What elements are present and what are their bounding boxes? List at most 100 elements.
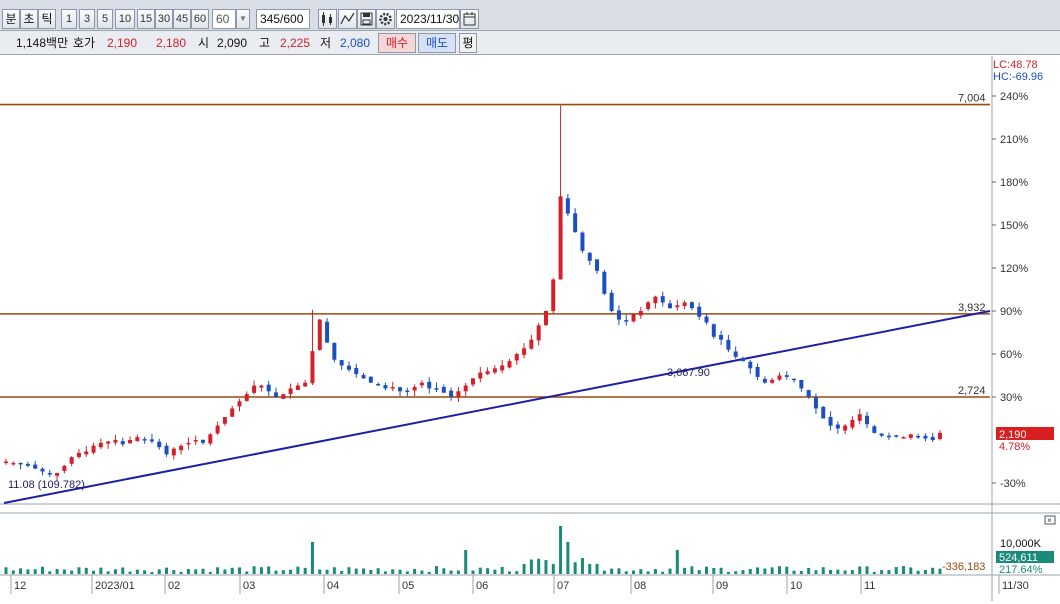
candle-body (186, 442, 191, 445)
volume-bar (383, 571, 387, 574)
volume-bar (449, 570, 453, 574)
candle-body (434, 388, 439, 390)
volume-bar (493, 569, 497, 574)
volume-bar (296, 566, 300, 574)
buy-button[interactable]: 매수 (378, 33, 416, 53)
interval-45-button[interactable]: 45 (173, 9, 191, 29)
interval-1-button[interactable]: 1 (61, 9, 77, 29)
candle-body (456, 391, 461, 398)
settings-gear-icon[interactable] (376, 9, 395, 29)
line-chart-icon[interactable] (338, 9, 357, 29)
volume-bar (274, 570, 278, 574)
volume-bar (602, 570, 606, 574)
volume-bar (19, 568, 23, 574)
period-minute-button[interactable]: 분 (2, 9, 20, 29)
candle-body (354, 367, 359, 375)
volume-bar (537, 558, 541, 574)
candle-body (580, 232, 585, 251)
volume-bar (902, 566, 906, 574)
date-field[interactable]: 2023/11/30 (396, 9, 460, 29)
x-tick-label: 04 (327, 580, 339, 592)
interval-30-button[interactable]: 30 (155, 9, 173, 29)
candle-body (901, 437, 906, 439)
interval-5-button[interactable]: 5 (97, 9, 113, 29)
candle-body (813, 397, 818, 409)
candle-body (777, 375, 782, 380)
y-tick-label: 120% (1000, 263, 1028, 275)
y-tick-label: 210% (1000, 134, 1028, 146)
candle-chart-icon[interactable] (318, 9, 337, 29)
volume-bar (143, 570, 147, 574)
calendar-icon[interactable] (460, 9, 479, 29)
y-tick-label: 240% (1000, 91, 1028, 103)
volume-bar (332, 567, 336, 574)
volume-bar (566, 542, 570, 574)
interval-3-button[interactable]: 3 (79, 9, 95, 29)
candle-body (244, 394, 249, 401)
chart-area[interactable]: 240% 210% 180% 150% 120% 90% 60% 30% -30% 7,004 3… (0, 56, 1060, 601)
sell-button[interactable]: 매도 (418, 33, 456, 53)
candle-body (98, 442, 103, 448)
volume-bar (807, 567, 811, 574)
high-value: 2,225 (280, 36, 311, 50)
candle-body (4, 461, 8, 463)
period-tick-button[interactable]: 틱 (38, 9, 56, 29)
candle-body (346, 365, 351, 370)
interval-select[interactable]: 60 (212, 9, 236, 29)
high-label: 고 (259, 36, 271, 50)
interval-10-button[interactable]: 10 (115, 9, 135, 29)
volume-bar (92, 570, 96, 574)
candle-body (310, 351, 315, 384)
candle-body (916, 435, 921, 438)
extra-button[interactable]: 평 (459, 33, 477, 53)
candle-body (390, 386, 395, 389)
volume-bar (909, 567, 913, 574)
candle-body (857, 414, 862, 421)
volume-bar (310, 542, 314, 574)
volume-bar (398, 569, 402, 574)
volume-bar (464, 550, 468, 574)
volume-bar (128, 571, 132, 574)
volume-bar (405, 571, 409, 574)
candle-body (923, 435, 928, 439)
candle-body (529, 339, 534, 349)
candle-body (784, 375, 789, 377)
interval-15-button[interactable]: 15 (137, 9, 155, 29)
save-icon[interactable] (357, 9, 376, 29)
volume-bar (610, 568, 614, 574)
x-tick-label: 03 (243, 580, 255, 592)
candle-body (303, 382, 308, 387)
volume-bar (931, 567, 935, 574)
volume-bar (858, 566, 862, 574)
candle-body (609, 292, 614, 311)
candle-body (675, 305, 680, 308)
x-tick-label: 10 (790, 580, 802, 592)
volume-bar (318, 569, 322, 574)
volume-bar (113, 569, 117, 574)
candle-body (55, 472, 60, 476)
volume-bar (894, 567, 898, 574)
volume-bar (580, 558, 584, 574)
volume-bar (770, 567, 774, 574)
volume-bar (442, 568, 446, 574)
volume-bar (84, 567, 88, 574)
interval-dropdown-arrow[interactable]: ▼ (236, 9, 250, 29)
count-field[interactable]: 345/600 (256, 9, 310, 29)
volume-bar (62, 569, 66, 574)
interval-60-button[interactable]: 60 (191, 9, 209, 29)
candle-body (624, 320, 629, 322)
candle-body (886, 435, 891, 438)
volume-bar (391, 569, 395, 574)
candle-body (361, 375, 366, 379)
candle-body (288, 388, 293, 394)
volume-bar (303, 567, 307, 574)
candle-body (668, 303, 673, 309)
candle-body (653, 296, 658, 304)
volume-bar (865, 566, 869, 574)
candle-body (616, 310, 621, 320)
period-second-button[interactable]: 초 (20, 9, 38, 29)
stock-chart[interactable]: 240% 210% 180% 150% 120% 90% 60% 30% -30% 7,004 3… (0, 56, 1060, 601)
candle-body (317, 319, 322, 350)
y-tick-label: 60% (1000, 349, 1022, 361)
volume-bar (726, 571, 730, 574)
